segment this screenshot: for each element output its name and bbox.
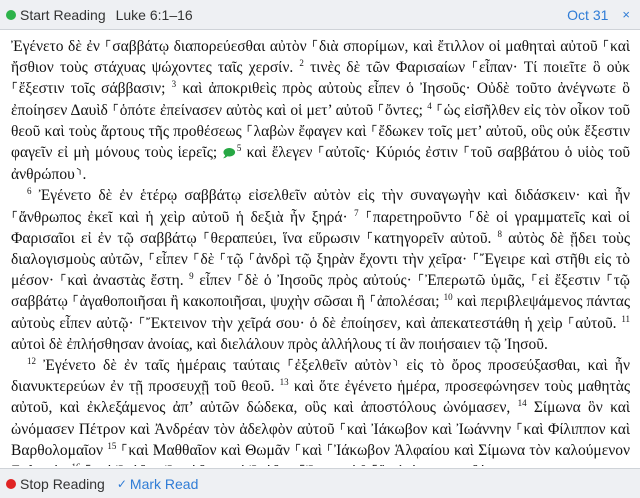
reading-footer: Stop Reading ✓ Mark Read — [0, 468, 640, 498]
verse-number: 15 — [107, 440, 117, 451]
verse-number: 14 — [517, 398, 527, 409]
mark-read-label: Mark Read — [129, 475, 199, 492]
reading-header: Start Reading Luke 6:1–16 Oct 31 × — [0, 0, 640, 30]
start-reading-button[interactable]: Start Reading — [6, 7, 106, 23]
paragraph: Ἐγένετο δὲ ἐν ⸀σαββάτῳ διαπορεύεσθαι αὐτ… — [11, 36, 630, 185]
verse-number: 5 — [236, 142, 242, 153]
mark-read-button[interactable]: ✓ Mark Read — [117, 476, 199, 492]
verse-number: 11 — [621, 313, 631, 324]
paragraph: 12 Ἐγένετο δὲ ἐν ταῖς ἡμέραις ταύταις ⸀ἐ… — [11, 355, 630, 466]
verse-number: 10 — [443, 292, 453, 303]
note-icon[interactable]: 🗩 — [222, 146, 237, 160]
date-link[interactable]: Oct 31 — [567, 7, 608, 23]
verse-number: 9 — [189, 271, 194, 282]
verse-number: 13 — [279, 377, 289, 388]
red-dot-icon — [6, 478, 16, 489]
verse-number: 6 — [27, 186, 32, 197]
stop-reading-button[interactable]: Stop Reading — [6, 476, 105, 492]
green-dot-icon — [6, 9, 16, 20]
paragraph: 6 Ἐγένετο δὲ ἐν ἑτέρῳ σαββάτῳ εἰσελθεῖν … — [11, 185, 630, 355]
checkmark-icon: ✓ — [116, 476, 127, 491]
verse-number: 4 — [427, 100, 432, 111]
verse-number: 16 — [72, 462, 81, 466]
passage-reference: Luke 6:1–16 — [115, 6, 193, 23]
verse-number: 8 — [497, 228, 503, 239]
verse-number: 2 — [299, 58, 304, 69]
verse-text: αὐτοὶ δὲ ἐπλήσθησαν ἀνοίας, καὶ διελάλου… — [11, 335, 548, 353]
verse-number: 3 — [171, 79, 177, 90]
stop-reading-label: Stop Reading — [20, 475, 105, 492]
verse-number: 12 — [27, 355, 36, 366]
bible-text: Ἐγένετο δὲ ἐν ⸀σαββάτῳ διαπορεύεσθαι αὐτ… — [0, 30, 640, 466]
verse-text: ⸀καὶ Ἰούδαν Ἰακώβου καὶ Ἰούδαν ⸀Ἰσκαριὼθ… — [84, 463, 510, 466]
start-reading-label: Start Reading — [20, 6, 106, 23]
verse-number: 7 — [354, 207, 359, 218]
close-icon[interactable]: × — [622, 7, 630, 22]
